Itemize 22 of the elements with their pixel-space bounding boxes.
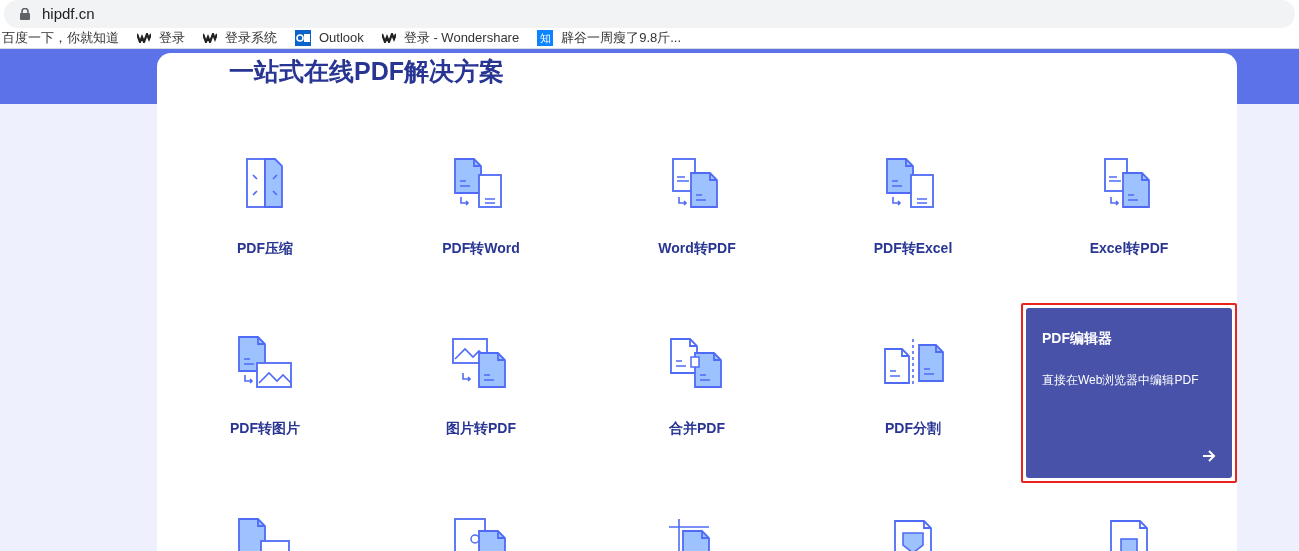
tool-item[interactable]: PDF转Excel (873, 154, 953, 259)
tool-item[interactable]: 合并PDF (665, 334, 729, 439)
tool-item[interactable]: PDF转Word (442, 154, 520, 259)
tool-item[interactable]: PDF压缩 (233, 154, 297, 259)
logo-icon: 知 (537, 29, 554, 46)
tool-item[interactable]: PDF转图片 (230, 334, 300, 439)
page-title: 一站式在线PDF解决方案 (229, 55, 504, 87)
bookmark[interactable]: 登录 (137, 28, 185, 48)
tool-item[interactable]: Word转PDF (658, 154, 736, 259)
bookmark[interactable]: Outlook (295, 28, 364, 48)
tool-item[interactable]: Excel转PDF (1089, 154, 1169, 259)
bookmark[interactable]: 登录系统 (203, 28, 277, 48)
address-bar[interactable]: hipdf.cn (4, 0, 1295, 28)
feature-description: 直接在Web浏览器中编辑PDF (1042, 371, 1200, 389)
bookmark[interactable]: 登录 - Wondershare (381, 28, 520, 48)
url-text: hipdf.cn (42, 3, 95, 24)
tool-item[interactable]: PDF分割 (881, 334, 945, 439)
bookmark[interactable]: 知 辟谷一周瘦了9.8斤... (537, 28, 682, 48)
feature-title: PDF编辑器 (1042, 328, 1113, 348)
bookmark[interactable]: 百度一下，你就知道 (2, 28, 119, 48)
tool-item[interactable]: 图片转PDF (446, 334, 516, 439)
feature-card[interactable]: PDF编辑器 直接在Web浏览器中编辑PDF (1026, 307, 1232, 478)
